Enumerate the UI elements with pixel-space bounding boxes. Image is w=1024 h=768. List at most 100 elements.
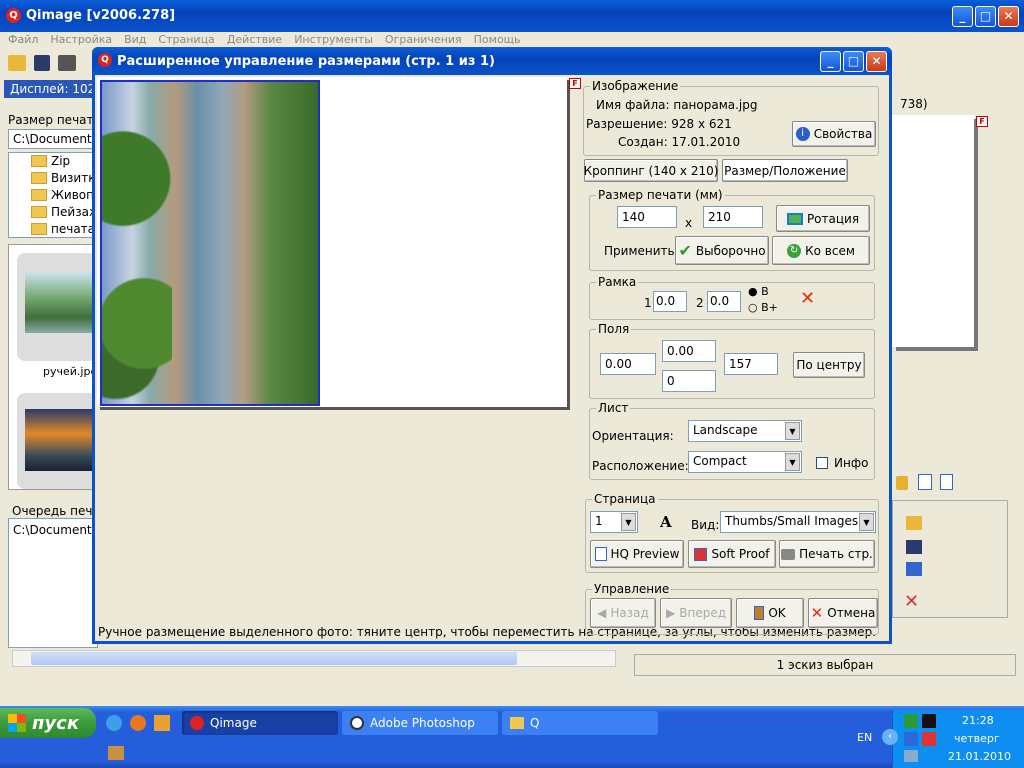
print-width-field[interactable]: 140 [617,206,677,228]
folder-tree[interactable]: Zip Визитк Живоп Пейзаж печата [8,152,100,238]
document-icon[interactable] [918,474,932,490]
rotate-icon [786,212,803,225]
menu-item[interactable]: Файл [8,33,38,47]
properties-button[interactable]: i Свойства [792,121,876,147]
photo-preview[interactable] [100,80,320,406]
save-icon[interactable] [34,55,50,71]
thumbnail-card[interactable] [17,253,97,361]
dialog-close-button[interactable]: ✕ [866,51,887,72]
margin-left-field[interactable]: 0.00 [600,353,656,375]
frame-1-label: 1 [644,296,652,310]
print-height-field[interactable]: 210 [703,206,763,228]
close-button[interactable]: ✕ [998,6,1019,27]
menu-item[interactable]: Страница [158,33,214,47]
apply-all-button[interactable]: ↻ Ко всем [772,236,870,265]
print-icon[interactable] [58,55,76,71]
language-indicator[interactable]: EN [857,731,872,744]
path-field[interactable]: C:\Documents [8,129,98,149]
frame-radio-b[interactable]: ● B [748,285,769,298]
menu-item[interactable]: Инструменты [294,33,373,47]
menu-item[interactable]: Помощь [474,33,521,47]
delete-queue-icon[interactable]: ✕ [904,593,919,611]
margin-top-field[interactable]: 0.00 [662,340,716,362]
info-checkbox[interactable] [816,457,828,469]
back-button[interactable]: ◀ Назад [590,598,656,628]
margin-bottom-field[interactable]: 0 [662,370,716,392]
dialog-minimize-button[interactable]: _ [820,51,841,72]
frame-2-field[interactable]: 0.0 [707,291,741,312]
queue-list[interactable]: C:\Document [8,518,98,648]
scroll-thumb[interactable] [31,652,517,665]
page-legend: Страница [592,492,658,506]
firefox-icon[interactable] [130,715,146,731]
print-page-button[interactable]: Печать стр. [779,540,875,568]
folder-add-icon[interactable] [906,516,922,530]
tree-item[interactable]: Живоп [31,187,94,203]
forward-button[interactable]: ▶ Вперед [660,598,732,628]
ok-button[interactable]: OK [736,598,804,628]
orientation-select[interactable]: Landscape ▼ [688,420,802,442]
save-queue-icon[interactable] [906,540,922,554]
cancel-x-icon: ✕ [810,604,824,622]
minimize-button[interactable]: _ [952,6,973,27]
menu-item[interactable]: Настройка [50,33,112,47]
hq-preview-button[interactable]: HQ Preview [590,540,684,568]
horizontal-scrollbar[interactable] [12,650,616,667]
margin-right-field[interactable]: 157 [724,353,778,375]
clear-frame-icon[interactable]: ✕ [800,290,815,308]
toolbar [8,55,76,71]
menu-item[interactable]: Вид [124,33,146,47]
apply-selective-button[interactable]: ✔ Выборочно [675,236,769,265]
speaker-icon[interactable] [904,750,918,762]
start-button[interactable]: пуск [0,708,96,738]
maximize-button[interactable]: □ [975,6,996,27]
soft-proof-button[interactable]: Soft Proof [688,540,776,568]
dialog-maximize-button[interactable]: □ [843,51,864,72]
main-titlebar[interactable]: Q Qimage [v2006.278] _ □ ✕ [0,0,1024,32]
tray-expand-icon[interactable]: ‹ [882,729,898,745]
tab-cropping[interactable]: Кроппинг (140 x 210) [584,159,718,182]
tree-item[interactable]: Zip [31,153,70,169]
tool-icon[interactable] [108,746,124,760]
blank-page-icon[interactable] [940,474,953,490]
info-icon: i [795,127,810,141]
tray-icon-1[interactable] [904,714,918,728]
frame-1-field[interactable]: 0.0 [653,291,687,312]
menu-item[interactable]: Ограничения [385,33,462,47]
lock-icon[interactable] [896,476,908,490]
thumbnail-card[interactable] [17,393,97,489]
view-select[interactable]: Thumbs/Small Images ▼ [720,511,876,533]
page-preview[interactable] [97,77,567,407]
cancel-button[interactable]: ✕ Отмена [808,598,878,628]
file-name: Имя файла: панорама.jpg [596,98,758,112]
right-preview-panel [892,115,974,347]
clock-time[interactable]: 21:28 [962,714,994,727]
open-icon[interactable] [8,55,26,71]
rotate-button[interactable]: Ротация [776,205,870,232]
frame-radio-bplus[interactable]: ○ B+ [748,301,778,314]
tree-item[interactable]: Визитк [31,170,95,186]
antivirus-icon[interactable] [922,732,936,746]
pdf-icon: F [569,78,581,89]
task-qimage[interactable]: Qimage [182,711,338,735]
menu-item[interactable]: Действие [227,33,282,47]
center-button[interactable]: По центру [793,352,865,378]
tray-icon-2[interactable] [922,714,936,728]
qimage-task-icon [190,716,204,730]
font-icon[interactable]: A [660,513,672,531]
tab-size-position[interactable]: Размер/Положение [722,159,848,182]
ie-icon[interactable] [106,715,122,731]
network-icon[interactable] [904,732,918,746]
print-size-group: Размер печати (мм) 140 x 210 Ротация При… [589,188,875,271]
layout-select[interactable]: Compact ▼ [688,451,802,473]
page-number-select[interactable]: 1 ▼ [590,511,638,533]
dialog-titlebar[interactable]: Q Расширенное управление размерами (стр.… [92,47,892,75]
dialog-window: Q Расширенное управление размерами (стр.… [92,47,892,644]
quicklaunch-icon[interactable] [154,715,170,731]
task-photoshop[interactable]: Adobe Photoshop [342,711,498,735]
tree-item[interactable]: печата [31,221,95,237]
task-folder-q[interactable]: Q [502,711,658,735]
soft-proof-icon [694,547,708,561]
print-queue-icon[interactable] [906,562,922,576]
tree-item[interactable]: Пейзаж [31,204,100,220]
